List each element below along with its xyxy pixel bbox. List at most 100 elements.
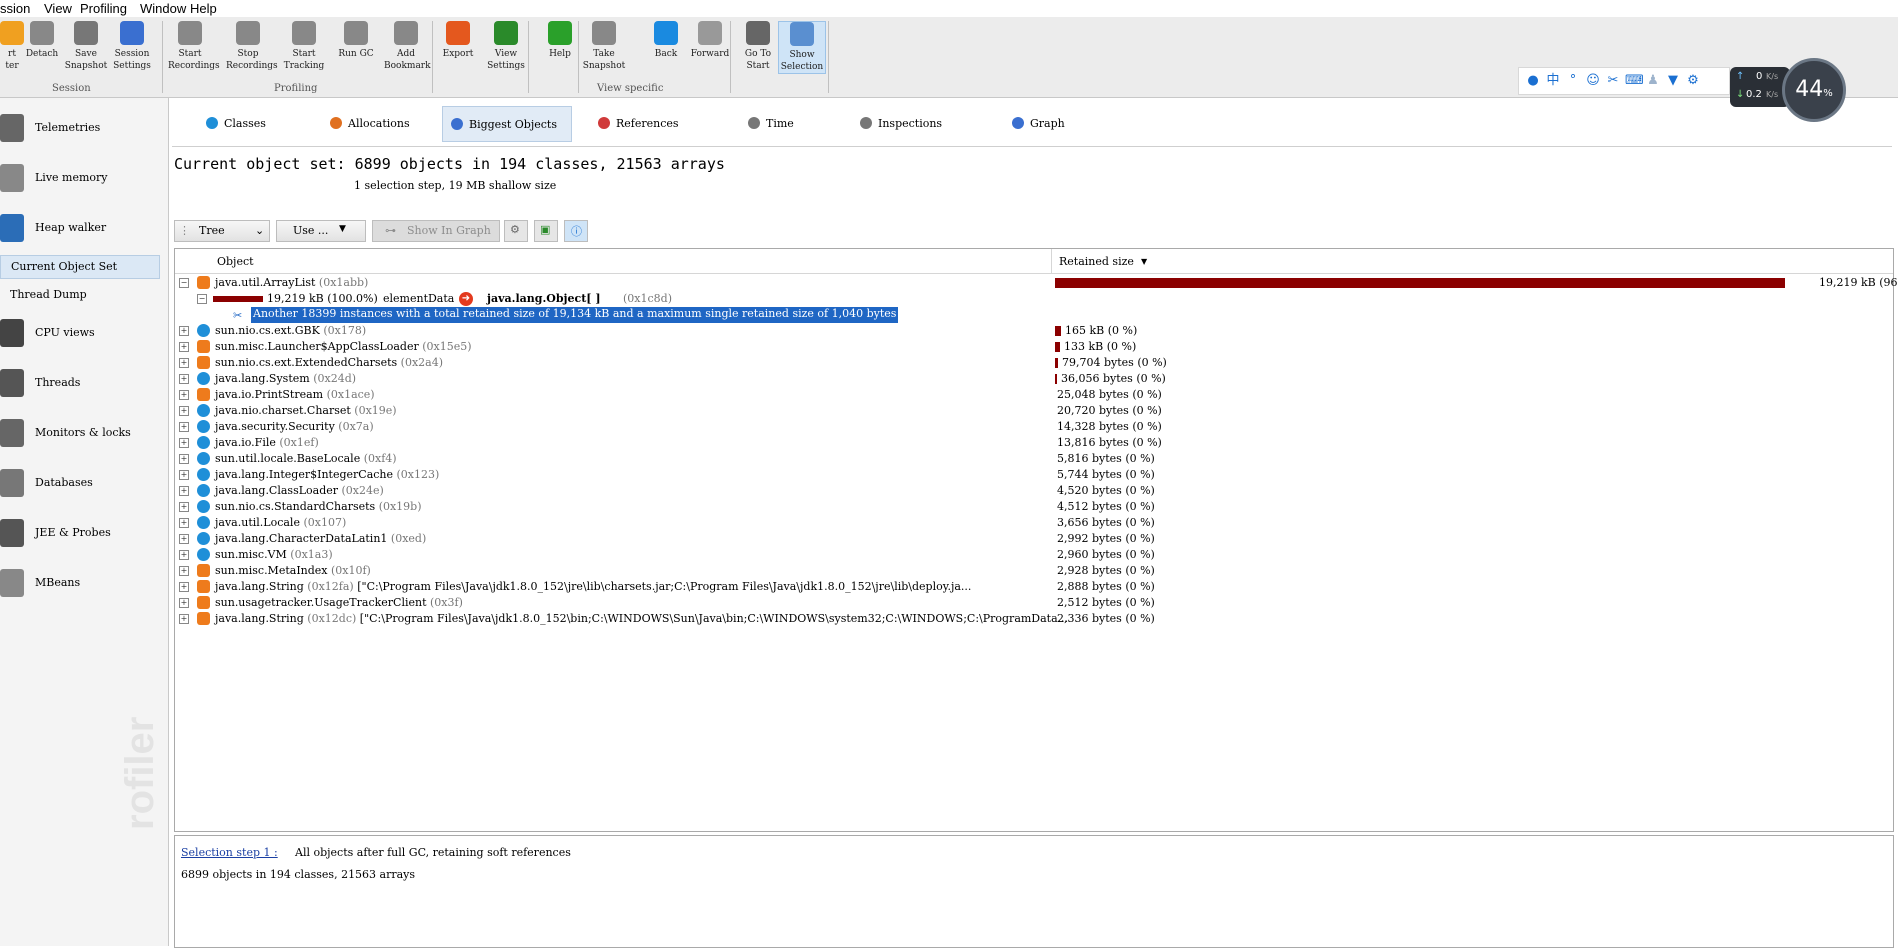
expand-icon[interactable]: + — [179, 518, 189, 528]
tab-graph[interactable]: Graph — [1004, 106, 1094, 140]
table-row[interactable]: + java.lang.String (0x12dc) ["C:\Program … — [175, 611, 1893, 627]
table-row[interactable]: + sun.misc.Launcher$AppClassLoader (0x15e… — [175, 339, 1893, 355]
table-row-root[interactable]: − java.util.ArrayList (0x1abb) 19,219 kB… — [175, 275, 1898, 291]
expand-icon[interactable]: + — [179, 326, 189, 336]
take-snapshot-button[interactable]: Take Snapshot — [582, 21, 626, 72]
expand-icon[interactable]: + — [179, 614, 189, 624]
table-row[interactable]: + java.lang.System (0x24d) 36,056 bytes (0… — [175, 371, 1893, 387]
table-row[interactable]: + java.nio.charset.Charset (0x19e) 20,720 … — [175, 403, 1893, 419]
help-button[interactable]: Help — [538, 21, 582, 60]
sidebar-item-cpu-views[interactable]: CPU views — [0, 313, 168, 353]
start-tracking-button[interactable]: Start Tracking — [282, 21, 326, 72]
collapse-icon[interactable]: − — [197, 294, 207, 304]
view-settings-button[interactable]: View Settings — [484, 21, 528, 72]
chinese-input-icon[interactable]: 中 — [1545, 73, 1561, 89]
expand-icon[interactable]: + — [179, 534, 189, 544]
tab-inspections[interactable]: Inspections — [852, 106, 972, 140]
add-bookmark-button[interactable]: Add Bookmark — [384, 21, 431, 72]
scissors-icon[interactable]: ✂ — [1605, 73, 1621, 89]
column-header-retained-size[interactable]: Retained size — [1059, 255, 1134, 268]
expand-icon[interactable]: + — [179, 582, 189, 592]
column-header-object[interactable]: Object — [217, 255, 254, 268]
table-row[interactable]: + java.security.Security (0x7a) 14,328 byt… — [175, 419, 1893, 435]
tab-biggest-objects[interactable]: Biggest Objects — [442, 106, 572, 142]
sidebar-item-threads[interactable]: Threads — [0, 363, 168, 403]
expand-icon[interactable]: + — [179, 438, 189, 448]
menu-window[interactable]: Window — [140, 1, 186, 16]
sidebar-item-monitors-locks[interactable]: Monitors & locks — [0, 413, 168, 453]
collapse-icon[interactable]: − — [179, 278, 189, 288]
punctuation-icon[interactable]: ° — [1565, 73, 1581, 89]
go-to-start-button[interactable]: Go To Start — [736, 21, 780, 72]
menu-session[interactable]: ssion — [0, 1, 30, 16]
info-button[interactable]: ⓘ — [564, 220, 588, 242]
run-gc-button[interactable]: Run GC — [334, 21, 378, 60]
table-row[interactable]: + sun.misc.MetaIndex (0x10f) 2,928 bytes (… — [175, 563, 1893, 579]
shirt-icon[interactable]: ▼ — [1665, 73, 1681, 89]
expand-icon[interactable]: + — [179, 454, 189, 464]
menu-view[interactable]: View — [44, 1, 72, 16]
start-recordings-button[interactable]: Start Recordings — [168, 21, 220, 72]
table-row[interactable]: + sun.nio.cs.StandardCharsets (0x19b) 4,51… — [175, 499, 1893, 515]
stop-recordings-button[interactable]: Stop Recordings — [226, 21, 278, 72]
table-row[interactable]: + java.io.File (0x1ef) 13,816 bytes (0 %) — [175, 435, 1893, 451]
expand-icon[interactable]: + — [179, 358, 189, 368]
sidebar-sub-thread-dump[interactable]: Thread Dump — [0, 284, 158, 306]
sidebar-item-databases[interactable]: Databases — [0, 463, 168, 503]
expand-icon[interactable]: + — [179, 406, 189, 416]
keyboard-icon[interactable]: ⌨ — [1625, 73, 1644, 89]
emoji-icon[interactable]: ☺ — [1585, 73, 1601, 89]
expand-icon[interactable]: + — [179, 374, 189, 384]
tab-classes[interactable]: Classes — [198, 106, 298, 140]
save-snapshot-button[interactable]: Save Snapshot — [64, 21, 108, 72]
export-button[interactable]: Export — [436, 21, 480, 60]
forward-button[interactable]: Forward — [688, 21, 732, 60]
sidebar-item-mbeans[interactable]: MBeans — [0, 563, 168, 603]
table-row[interactable]: + sun.nio.cs.ext.GBK (0x178) 165 kB (0 %) — [175, 323, 1893, 339]
table-row[interactable]: + sun.usagetracker.UsageTrackerClient (0x… — [175, 595, 1893, 611]
table-row[interactable]: + java.io.PrintStream (0x1ace) 25,048 byte… — [175, 387, 1893, 403]
menu-help[interactable]: Help — [190, 1, 217, 16]
tab-references[interactable]: References — [590, 106, 700, 140]
expand-icon[interactable]: + — [179, 470, 189, 480]
table-row[interactable]: + sun.util.locale.BaseLocale (0xf4) 5,816 … — [175, 451, 1893, 467]
sidebar-item-live-memory[interactable]: Live memory — [0, 158, 168, 198]
table-row[interactable]: + java.lang.String (0x12fa) ["C:\Program … — [175, 579, 1893, 595]
expand-icon[interactable]: + — [179, 566, 189, 576]
settings-gear-button[interactable]: ⚙ — [504, 220, 528, 242]
expand-icon[interactable]: + — [179, 390, 189, 400]
expand-icon[interactable]: + — [179, 598, 189, 608]
sidebar-item-telemetries[interactable]: Telemetries — [0, 108, 168, 148]
back-button[interactable]: Back — [644, 21, 688, 60]
gear-icon[interactable]: ⚙ — [1685, 73, 1701, 89]
selection-step-link[interactable]: Selection step 1 : — [181, 846, 278, 859]
expand-icon[interactable]: + — [179, 422, 189, 432]
expand-icon[interactable]: + — [179, 342, 189, 352]
show-in-graph-button[interactable]: ⊶ Show In Graph — [372, 220, 500, 242]
table-row-child[interactable]: − 19,219 kB (100.0%) elementData ➜ java.… — [175, 291, 1893, 307]
table-row[interactable]: + java.lang.ClassLoader (0x24e) 4,520 byte… — [175, 483, 1893, 499]
tab-time[interactable]: Time — [740, 106, 830, 140]
menu-profiling[interactable]: Profiling — [80, 1, 127, 16]
use-dropdown-button[interactable]: Use ... ▼ — [276, 220, 366, 242]
sidebar-item-jee-probes[interactable]: JEE & Probes — [0, 513, 168, 553]
expand-icon[interactable]: + — [179, 502, 189, 512]
table-row[interactable]: + sun.nio.cs.ext.ExtendedCharsets (0x2a4)… — [175, 355, 1893, 371]
table-row[interactable]: + sun.misc.VM (0x1a3) 2,960 bytes (0 %) — [175, 547, 1893, 563]
user-icon[interactable]: ● — [1525, 73, 1541, 89]
show-selection-button[interactable]: Show Selection — [778, 21, 826, 74]
sidebar-item-heap-walker[interactable]: Heap walker — [0, 208, 168, 248]
expand-icon[interactable]: + — [179, 550, 189, 560]
column-divider[interactable] — [1051, 249, 1052, 273]
table-row[interactable]: + java.lang.CharacterDataLatin1 (0xed) 2,9… — [175, 531, 1893, 547]
detach-button[interactable]: Detach — [20, 21, 64, 60]
table-row-another[interactable]: ✂ Another 18399 instances with a total r… — [175, 307, 1893, 323]
table-row[interactable]: + java.lang.Integer$IntegerCache (0x123) 5… — [175, 467, 1893, 483]
snapshot-button[interactable]: ▣ — [534, 220, 558, 242]
sidebar-sub-current-object-set[interactable]: Current Object Set — [0, 255, 160, 279]
expand-icon[interactable]: + — [179, 486, 189, 496]
person-icon[interactable]: ♟ — [1645, 73, 1661, 89]
session-settings-button[interactable]: Session Settings — [110, 21, 154, 72]
table-row[interactable]: + java.util.Locale (0x107) 3,656 bytes (0 … — [175, 515, 1893, 531]
tab-allocations[interactable]: Allocations — [322, 106, 432, 140]
